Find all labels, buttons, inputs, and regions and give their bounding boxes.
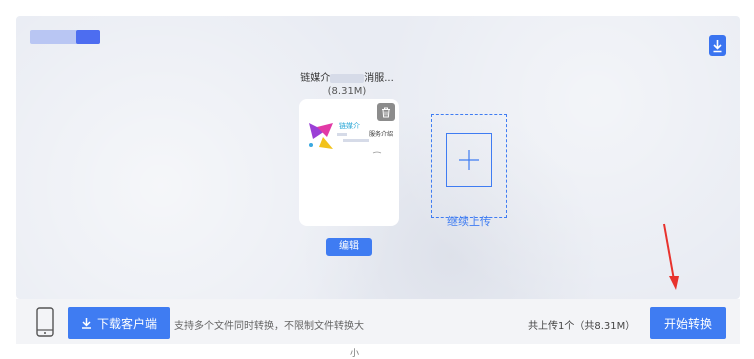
edit-button[interactable]: 编辑 <box>326 238 372 256</box>
footer-small-text: 小 <box>350 349 360 359</box>
support-text: 支持多个文件同时转换，不限制文件转换大 <box>174 321 364 332</box>
phone-icon <box>36 307 54 341</box>
download-arrow-icon <box>81 318 91 329</box>
bottom-bar: 下载客户端 支持多个文件同时转换，不限制文件转换大 共上传1个（共8.31M） … <box>16 299 740 344</box>
file-name-prefix: 链媒介 <box>300 73 331 84</box>
upload-panel: 链媒介 消服... (8.31M) 链媒介 服务介绍 编辑 继续上传 <box>16 16 740 299</box>
download-client-button[interactable]: 下载客户端 <box>68 307 170 339</box>
continue-upload-dropzone[interactable] <box>431 114 507 218</box>
download-icon[interactable] <box>709 35 726 56</box>
plus-icon[interactable] <box>446 133 492 187</box>
download-client-label: 下载客户端 <box>96 316 157 331</box>
thumbnail-subtitle: 服务介绍 <box>369 131 394 138</box>
blurred-logo <box>30 30 100 44</box>
file-size: (8.31M) <box>327 86 367 97</box>
file-name-mask <box>330 73 365 83</box>
thumbnail-title: 链媒介 <box>339 122 360 130</box>
continue-upload-label[interactable]: 继续上传 <box>431 213 507 229</box>
file-name: 链媒介 消服... (8.31M) <box>298 72 396 98</box>
file-thumbnail: 链媒介 服务介绍 <box>303 117 395 165</box>
file-name-suffix: 消服... <box>364 73 394 84</box>
file-card[interactable]: 链媒介 服务介绍 <box>299 99 399 226</box>
total-upload-text: 共上传1个（共8.31M） <box>528 321 636 332</box>
start-convert-button[interactable]: 开始转换 <box>650 307 726 339</box>
red-arrow-icon <box>660 222 684 296</box>
